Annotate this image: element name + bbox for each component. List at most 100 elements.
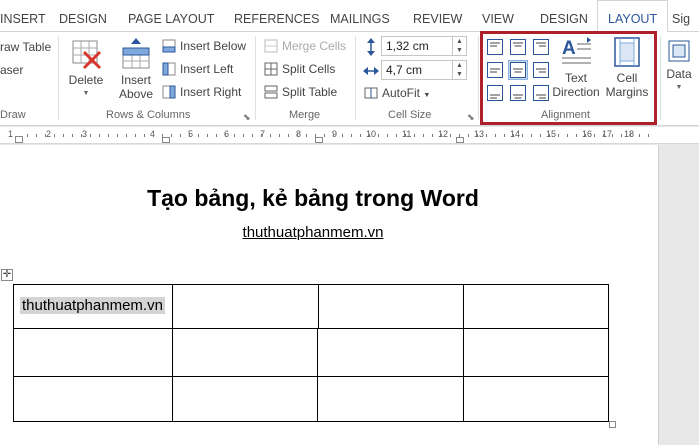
insert-right-icon <box>162 85 176 99</box>
ruler-tick <box>180 134 181 137</box>
cell-text[interactable]: thuthuatphanmem.vn <box>20 297 165 314</box>
table-resize-handle-icon[interactable] <box>609 421 616 428</box>
ruler-tick <box>315 134 316 137</box>
ruler-tick <box>261 134 262 137</box>
ruler-tick <box>468 134 469 137</box>
ruler-tick <box>405 134 406 137</box>
ruler-tick <box>531 134 532 137</box>
data-label: Data <box>666 67 692 81</box>
horizontal-ruler[interactable]: 1 2 3 4 5 6 7 8 9 10 11 12 13 14 15 16 1… <box>0 127 699 144</box>
ruler-tick <box>288 134 289 137</box>
split-table-button[interactable]: Split Table <box>282 85 337 99</box>
ruler-tick <box>135 134 136 137</box>
group-label-cell-size: Cell Size <box>388 109 432 121</box>
ruler-tick <box>603 134 604 137</box>
ruler-tick <box>351 134 352 137</box>
insert-below-icon <box>162 39 176 53</box>
table-cell[interactable] <box>463 284 609 329</box>
tab-table-design[interactable]: DESIGN <box>540 0 588 32</box>
eraser-button[interactable]: aser <box>0 63 23 77</box>
split-cells-button[interactable]: Split Cells <box>282 62 335 76</box>
ruler-tick <box>207 134 208 137</box>
table-cell[interactable] <box>318 284 464 329</box>
autofit-button[interactable]: AutoFit ▼ <box>382 86 430 100</box>
tab-design[interactable]: DESIGN <box>59 0 107 32</box>
tab-view[interactable]: VIEW <box>482 0 514 32</box>
ruler-tick <box>576 134 577 137</box>
cell-height-input[interactable] <box>381 36 453 56</box>
indent-marker-icon[interactable] <box>15 136 23 143</box>
merge-cells-button[interactable]: Merge Cells <box>282 39 346 53</box>
data-button[interactable]: Data ▼ <box>663 38 695 95</box>
ruler-tick <box>558 134 559 137</box>
insert-above-icon <box>122 38 150 69</box>
dialog-launcher-icon[interactable]: ⬊ <box>467 112 475 123</box>
ruler-tick <box>594 134 595 137</box>
ruler-tick <box>153 134 154 137</box>
insert-above-label-1: Insert <box>120 73 151 87</box>
document-page[interactable]: Tạo bảng, kẻ bảng trong Word thuthuatpha… <box>0 145 659 445</box>
tab-review[interactable]: REVIEW <box>413 0 462 32</box>
table-cell[interactable] <box>463 328 609 377</box>
ruler-tick <box>36 134 37 137</box>
document-title[interactable]: Tạo bảng, kẻ bảng trong Word <box>0 185 626 212</box>
insert-above-button[interactable]: Insert Above <box>114 38 158 101</box>
insert-right-button[interactable]: Insert Right <box>180 85 241 99</box>
ruler-tick <box>504 134 505 137</box>
tab-layout[interactable]: LAYOUT <box>597 0 669 33</box>
group-separator <box>355 36 356 120</box>
insert-below-button[interactable]: Insert Below <box>180 39 246 53</box>
ruler-tick <box>396 134 397 137</box>
ruler-tick <box>171 134 172 137</box>
column-marker-icon[interactable] <box>456 137 464 143</box>
table-cell[interactable] <box>317 328 464 377</box>
column-marker-icon[interactable] <box>162 137 170 143</box>
tab-sign[interactable]: Sig <box>672 0 690 32</box>
ruler-number: 18 <box>624 129 635 139</box>
ruler-tick <box>126 134 127 137</box>
ruler-tick <box>324 134 325 137</box>
ruler-tick <box>225 134 226 137</box>
ruler-tick <box>495 134 496 137</box>
insert-left-button[interactable]: Insert Left <box>180 62 233 76</box>
table-cell[interactable] <box>172 376 318 422</box>
group-label-merge: Merge <box>289 109 321 121</box>
ruler-tick <box>252 134 253 137</box>
height-spinner[interactable]: ▲ ▼ <box>453 36 467 56</box>
table-cell[interactable] <box>172 328 318 377</box>
table-cell[interactable] <box>317 376 464 422</box>
delete-label: Delete <box>68 73 104 87</box>
dialog-launcher-icon[interactable]: ⬊ <box>243 112 251 123</box>
table-move-handle-icon[interactable]: ✛ <box>1 269 13 281</box>
ruler-tick <box>414 134 415 137</box>
tab-insert[interactable]: INSERT <box>0 0 46 32</box>
table-cell[interactable] <box>13 376 173 422</box>
table-cell[interactable] <box>172 284 319 329</box>
table-cell[interactable] <box>463 376 609 422</box>
draw-table-button[interactable]: raw Table <box>0 40 51 54</box>
cell-width-input[interactable] <box>381 60 453 80</box>
ruler-tick <box>270 134 271 137</box>
width-spinner[interactable]: ▲ ▼ <box>453 60 467 80</box>
ruler-tick <box>423 134 424 137</box>
ruler-tick <box>585 134 586 137</box>
document-subtitle[interactable]: thuthuatphanmem.vn <box>0 224 626 241</box>
delete-button[interactable]: Delete ▼ <box>64 38 108 101</box>
ruler-tick <box>486 134 487 137</box>
table-cell[interactable]: thuthuatphanmem.vn <box>13 284 173 329</box>
ruler-tick <box>648 134 649 137</box>
ruler-tick <box>387 134 388 137</box>
column-marker-icon[interactable] <box>315 137 323 143</box>
tab-mailings[interactable]: MAILINGS <box>330 0 390 32</box>
tab-references[interactable]: REFERENCES <box>234 0 319 32</box>
merge-cells-icon <box>264 39 278 53</box>
ruler-number: 10 <box>366 129 377 139</box>
tab-page-layout[interactable]: PAGE LAYOUT <box>128 0 214 32</box>
ruler-tick <box>189 134 190 137</box>
group-separator <box>660 36 661 120</box>
table-cell[interactable] <box>13 328 173 377</box>
ruler-tick <box>81 134 82 137</box>
ruler-tick <box>459 134 460 137</box>
ruler-tick <box>108 134 109 137</box>
height-icon <box>367 38 375 56</box>
